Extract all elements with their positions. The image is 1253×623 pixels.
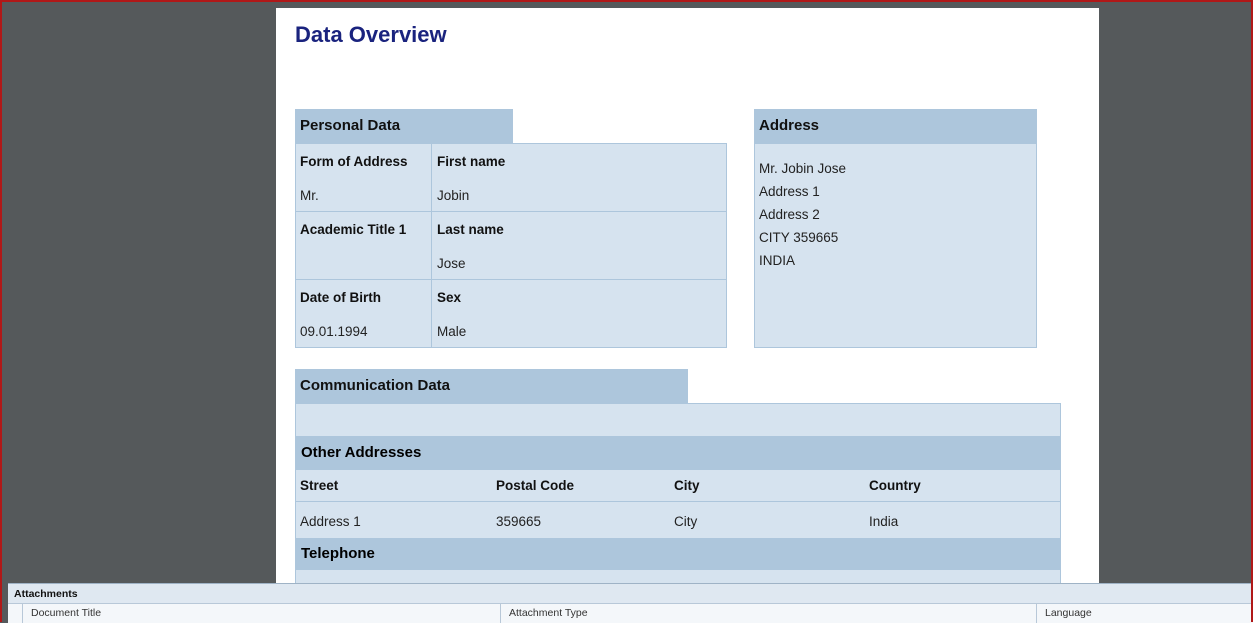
column-header-language[interactable]: Language xyxy=(1036,604,1253,623)
column-header-city: City xyxy=(674,478,700,493)
personal-row: Form of Address Mr. First name Jobin xyxy=(296,144,726,212)
form-of-address-value: Mr. xyxy=(300,188,319,203)
attachments-panel: Attachments Document Title Attachment Ty… xyxy=(8,583,1253,623)
address-line: Address 2 xyxy=(759,207,820,222)
personal-data-header: Personal Data xyxy=(295,109,513,143)
column-header-document-title[interactable]: Document Title xyxy=(22,604,500,623)
last-name-value: Jose xyxy=(437,256,466,271)
form-of-address-label: Form of Address xyxy=(300,154,408,169)
attachments-table-header: Document Title Attachment Type Language xyxy=(8,603,1253,623)
document-page: Data Overview Personal Data Form of Addr… xyxy=(276,8,1099,583)
address-header: Address xyxy=(754,109,1037,143)
address-line: CITY 359665 xyxy=(759,230,839,245)
table-header-row: Street Postal Code City Country xyxy=(296,470,1060,502)
address-line: Address 1 xyxy=(759,184,820,199)
address-panel: Mr. Jobin Jose Address 1 Address 2 CITY … xyxy=(754,143,1037,348)
column-header-country: Country xyxy=(869,478,921,493)
last-name-label: Last name xyxy=(437,222,504,237)
sex-label: Sex xyxy=(437,290,462,305)
academic-title-label: Academic Title 1 xyxy=(300,222,407,237)
page-title: Data Overview xyxy=(295,22,447,47)
street-cell: Address 1 xyxy=(300,514,361,529)
country-cell: India xyxy=(869,514,899,529)
column-divider xyxy=(431,144,432,347)
telephone-header: Telephone xyxy=(296,538,1060,570)
attachments-title: Attachments xyxy=(14,588,78,600)
communication-data-header: Communication Data xyxy=(295,369,688,403)
address-line: INDIA xyxy=(759,253,796,268)
column-header-street: Street xyxy=(300,478,339,493)
address-line: Mr. Jobin Jose xyxy=(759,161,847,176)
column-header-attachment-type[interactable]: Attachment Type xyxy=(500,604,1036,623)
first-name-value: Jobin xyxy=(437,188,470,203)
personal-data-panel: Form of Address Mr. First name Jobin Aca… xyxy=(295,143,727,348)
city-cell: City xyxy=(674,514,698,529)
personal-row: Date of Birth 09.01.1994 Sex Male xyxy=(296,280,726,348)
first-name-label: First name xyxy=(437,154,506,169)
sex-value: Male xyxy=(437,324,467,339)
dob-value: 09.01.1994 xyxy=(300,324,368,339)
communication-data-panel: Other Addresses Street Postal Code City … xyxy=(295,403,1061,583)
dob-label: Date of Birth xyxy=(300,290,381,305)
other-addresses-header: Other Addresses xyxy=(296,436,1060,470)
table-row: Address 1 359665 City India xyxy=(296,502,1060,538)
personal-row: Academic Title 1 Last name Jose xyxy=(296,212,726,280)
column-header-postal-code: Postal Code xyxy=(496,478,575,493)
postal-code-cell: 359665 xyxy=(496,514,542,529)
